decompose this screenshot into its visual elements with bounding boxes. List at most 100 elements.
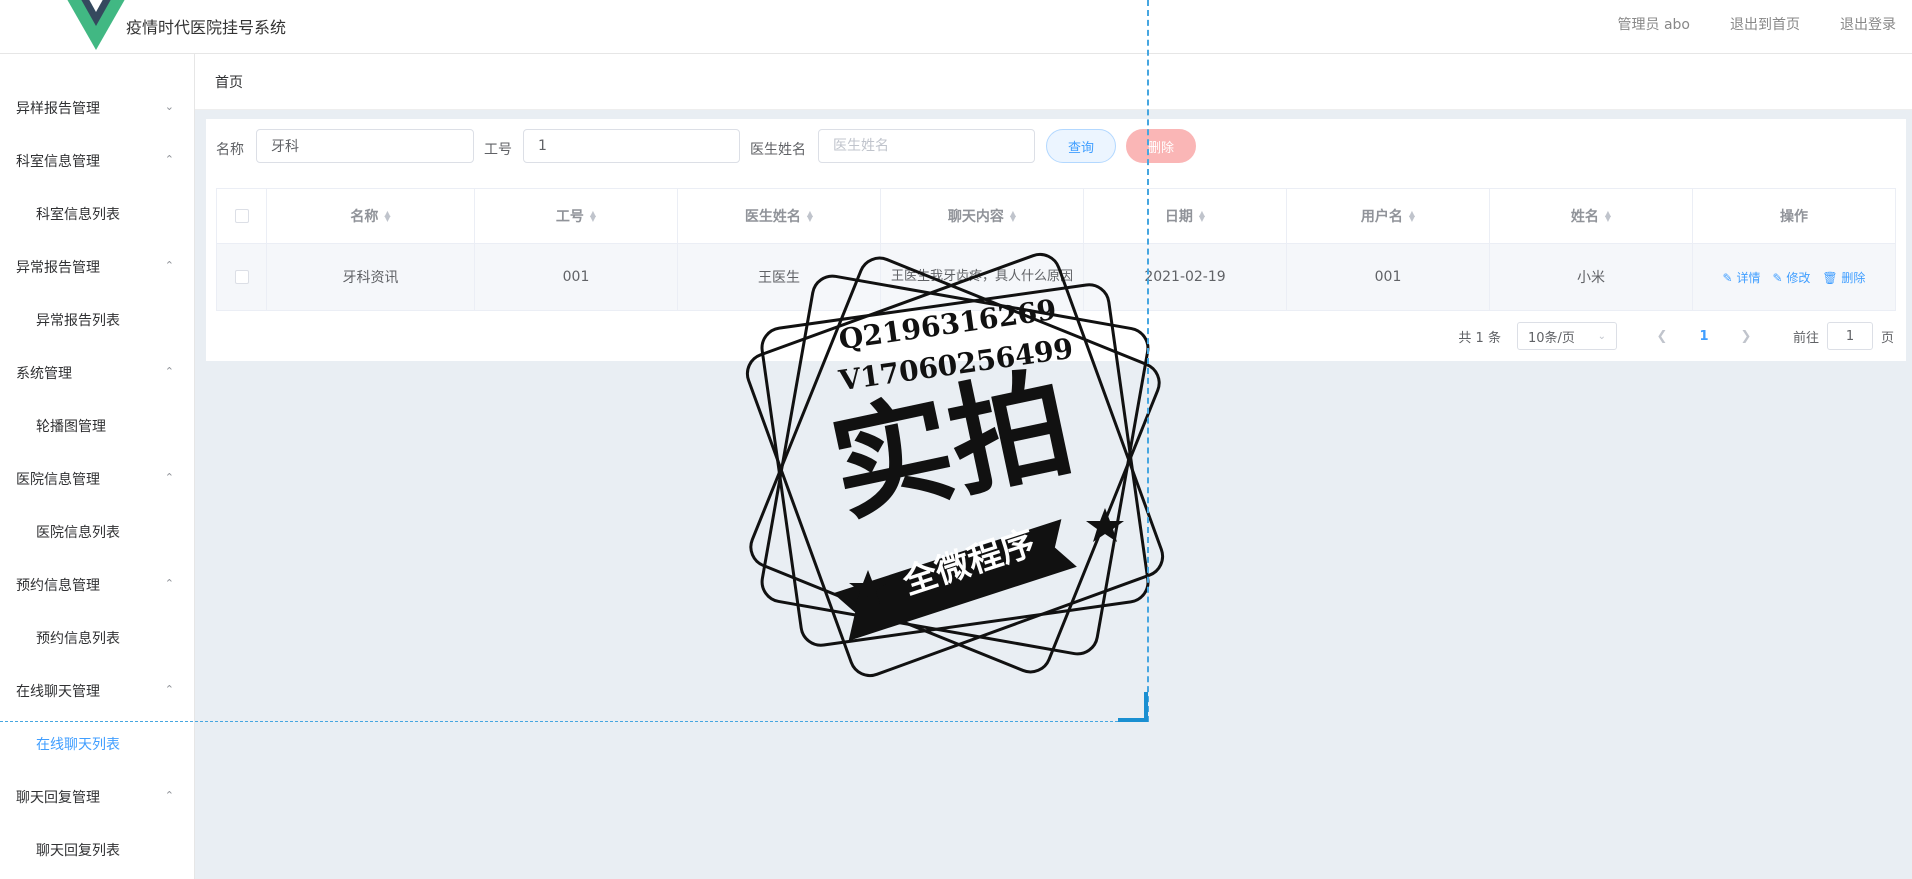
sidebar-group-appointment[interactable]: 预约信息管理 ⌃ [0, 557, 194, 610]
watermark-stamp: Q2196316269 V17060256499 实拍 全微程序 [740, 250, 1170, 680]
trash-icon: 🗑 [1822, 270, 1838, 285]
select-all-cell [217, 189, 267, 243]
sidebar-item-abnormal-report-list[interactable]: 异常报告列表 [0, 292, 194, 345]
sidebar-group-online-chat[interactable]: 在线聊天管理 ⌃ [0, 663, 194, 716]
sidebar-group-label: 异样报告管理 [16, 101, 100, 117]
pagination: 共 1 条 10条/页 ⌄ ❮ 1 ❯ 前往 页 [1458, 322, 1894, 350]
prev-page-icon[interactable]: ❮ [1647, 329, 1677, 344]
col-header-job[interactable]: 工号 ▲ ▼ [475, 189, 678, 243]
page-size-value: 10条/页 [1527, 330, 1575, 346]
col-header-username[interactable]: 用户名 ▲ ▼ [1287, 189, 1490, 243]
sort-icon[interactable]: ▲ ▼ [1010, 210, 1016, 223]
admin-label[interactable]: 管理员 abo [1618, 14, 1690, 34]
sidebar-item-appointment-list[interactable]: 预约信息列表 [0, 610, 194, 663]
row-delete-button[interactable]: 🗑 删除 [1822, 269, 1865, 286]
sidebar-item-hospital-list[interactable]: 医院信息列表 [0, 504, 194, 557]
app-title: 疫情时代医院挂号系统 [126, 18, 287, 37]
chevron-down-icon: ⌄ [1597, 330, 1606, 342]
sidebar-group-label: 科室信息管理 [16, 154, 100, 170]
chevron-up-icon: ⌃ [164, 577, 174, 590]
sidebar-group-abnormal-report[interactable]: 异常报告管理 ⌃ [0, 239, 194, 292]
row-delete-label: 删除 [1841, 270, 1866, 285]
search-form: 名称 工号 医生姓名 查询 删除 [206, 129, 1906, 165]
sidebar-group-system[interactable]: 系统管理 ⌃ [0, 345, 194, 398]
sort-icon[interactable]: ▲ ▼ [1199, 210, 1205, 223]
cell-username: 001 [1287, 244, 1490, 310]
chevron-up-icon: ⌃ [164, 471, 174, 484]
delete-button[interactable]: 删除 [1126, 129, 1196, 163]
sort-icon[interactable]: ▲ ▼ [384, 210, 390, 223]
sidebar-group-label: 预约信息管理 [16, 578, 100, 594]
job-label: 工号 [484, 142, 512, 158]
breadcrumb[interactable]: 首页 [215, 72, 243, 92]
goto-page-input[interactable] [1826, 322, 1873, 350]
cell-realname: 小米 [1490, 244, 1693, 310]
goto-label: 前往 [1792, 330, 1819, 346]
col-header-label: 名称 [350, 209, 379, 225]
col-header-content[interactable]: 聊天内容 ▲ ▼ [881, 189, 1084, 243]
logout-link[interactable]: 退出登录 [1840, 14, 1896, 34]
sort-icon[interactable]: ▲ ▼ [807, 210, 813, 223]
sort-icon[interactable]: ▲ ▼ [590, 210, 596, 223]
col-header-label: 工号 [555, 209, 584, 225]
modify-button[interactable]: ✎ 修改 [1772, 269, 1810, 286]
chevron-up-icon: ⌃ [164, 259, 174, 272]
col-header-label: 聊天内容 [947, 209, 1004, 225]
row-checkbox[interactable] [234, 270, 249, 284]
sidebar-item-label: 在线聊天列表 [36, 737, 120, 753]
sidebar-group-chat-reply[interactable]: 聊天回复管理 ⌃ [0, 769, 194, 822]
cell-job-no: 001 [475, 244, 678, 310]
sidebar-item-chat-reply-list[interactable]: 聊天回复列表 [0, 822, 194, 875]
sidebar-item-label: 异常报告列表 [36, 313, 120, 329]
pagination-total: 共 1 条 [1458, 330, 1501, 346]
table-header-row: 名称 ▲ ▼ 工号 ▲ ▼ 医生姓名 ▲ ▼ 聊天内容 ▲ ▼ 日期 ▲ ▼ 用户名 ▲ ▼ [217, 189, 1895, 244]
sort-icon[interactable]: ▲ ▼ [1409, 210, 1415, 223]
name-search-input[interactable] [256, 129, 474, 163]
select-all-checkbox[interactable] [234, 209, 249, 223]
col-header-doctor[interactable]: 医生姓名 ▲ ▼ [678, 189, 881, 243]
breadcrumb-bar: 首页 [195, 54, 1912, 110]
doctor-search-input[interactable] [818, 129, 1035, 163]
cell-name: 牙科资讯 [267, 244, 475, 310]
sidebar-group-abnormal-sample[interactable]: 异样报告管理 ⌄ [0, 80, 194, 133]
selection-guide-horizontal [0, 721, 1148, 722]
modify-label: 修改 [1786, 270, 1811, 285]
sidebar-item-online-chat-list[interactable]: 在线聊天列表 [0, 716, 194, 769]
sidebar-item-carousel[interactable]: 轮播图管理 [0, 398, 194, 451]
sidebar-group-label: 系统管理 [16, 366, 72, 382]
sidebar-group-label: 异常报告管理 [16, 260, 100, 276]
cell-actions: ✎ 详情 ✎ 修改 🗑 删除 [1693, 244, 1895, 310]
chevron-up-icon: ⌃ [164, 153, 174, 166]
sort-icon[interactable]: ▲ ▼ [1605, 210, 1611, 223]
detail-button[interactable]: ✎ 详情 [1723, 269, 1761, 286]
job-search-input[interactable] [523, 129, 740, 163]
vue-logo-icon [67, 0, 125, 50]
page-size-select[interactable]: 10条/页 ⌄ [1516, 322, 1617, 350]
row-select-cell [217, 244, 267, 310]
chevron-down-icon: ⌄ [164, 100, 174, 113]
back-home-link[interactable]: 退出到首页 [1730, 14, 1800, 34]
page-suffix: 页 [1880, 330, 1894, 346]
query-button[interactable]: 查询 [1046, 129, 1116, 163]
selection-guide-vertical [1147, 0, 1149, 722]
col-header-name[interactable]: 名称 ▲ ▼ [267, 189, 475, 243]
row-actions: ✎ 详情 ✎ 修改 🗑 删除 [1723, 269, 1866, 286]
edit-icon: ✎ [1772, 270, 1783, 285]
next-page-icon[interactable]: ❯ [1731, 329, 1761, 344]
resize-handle-icon[interactable] [1116, 690, 1150, 722]
sidebar-item-label: 科室信息列表 [36, 207, 120, 223]
chevron-up-icon: ⌃ [164, 683, 174, 696]
page-number-current[interactable]: 1 [1689, 329, 1719, 344]
sidebar-item-department-list[interactable]: 科室信息列表 [0, 186, 194, 239]
col-header-date[interactable]: 日期 ▲ ▼ [1084, 189, 1287, 243]
col-header-realname[interactable]: 姓名 ▲ ▼ [1490, 189, 1693, 243]
name-label: 名称 [216, 142, 244, 158]
col-header-label: 医生姓名 [744, 209, 801, 225]
sidebar-group-label: 医院信息管理 [16, 472, 100, 488]
sidebar-group-department[interactable]: 科室信息管理 ⌃ [0, 133, 194, 186]
edit-icon: ✎ [1722, 270, 1733, 285]
col-header-label: 用户名 [1360, 209, 1403, 225]
sidebar-group-hospital[interactable]: 医院信息管理 ⌃ [0, 451, 194, 504]
sidebar-item-label: 医院信息列表 [36, 525, 120, 541]
